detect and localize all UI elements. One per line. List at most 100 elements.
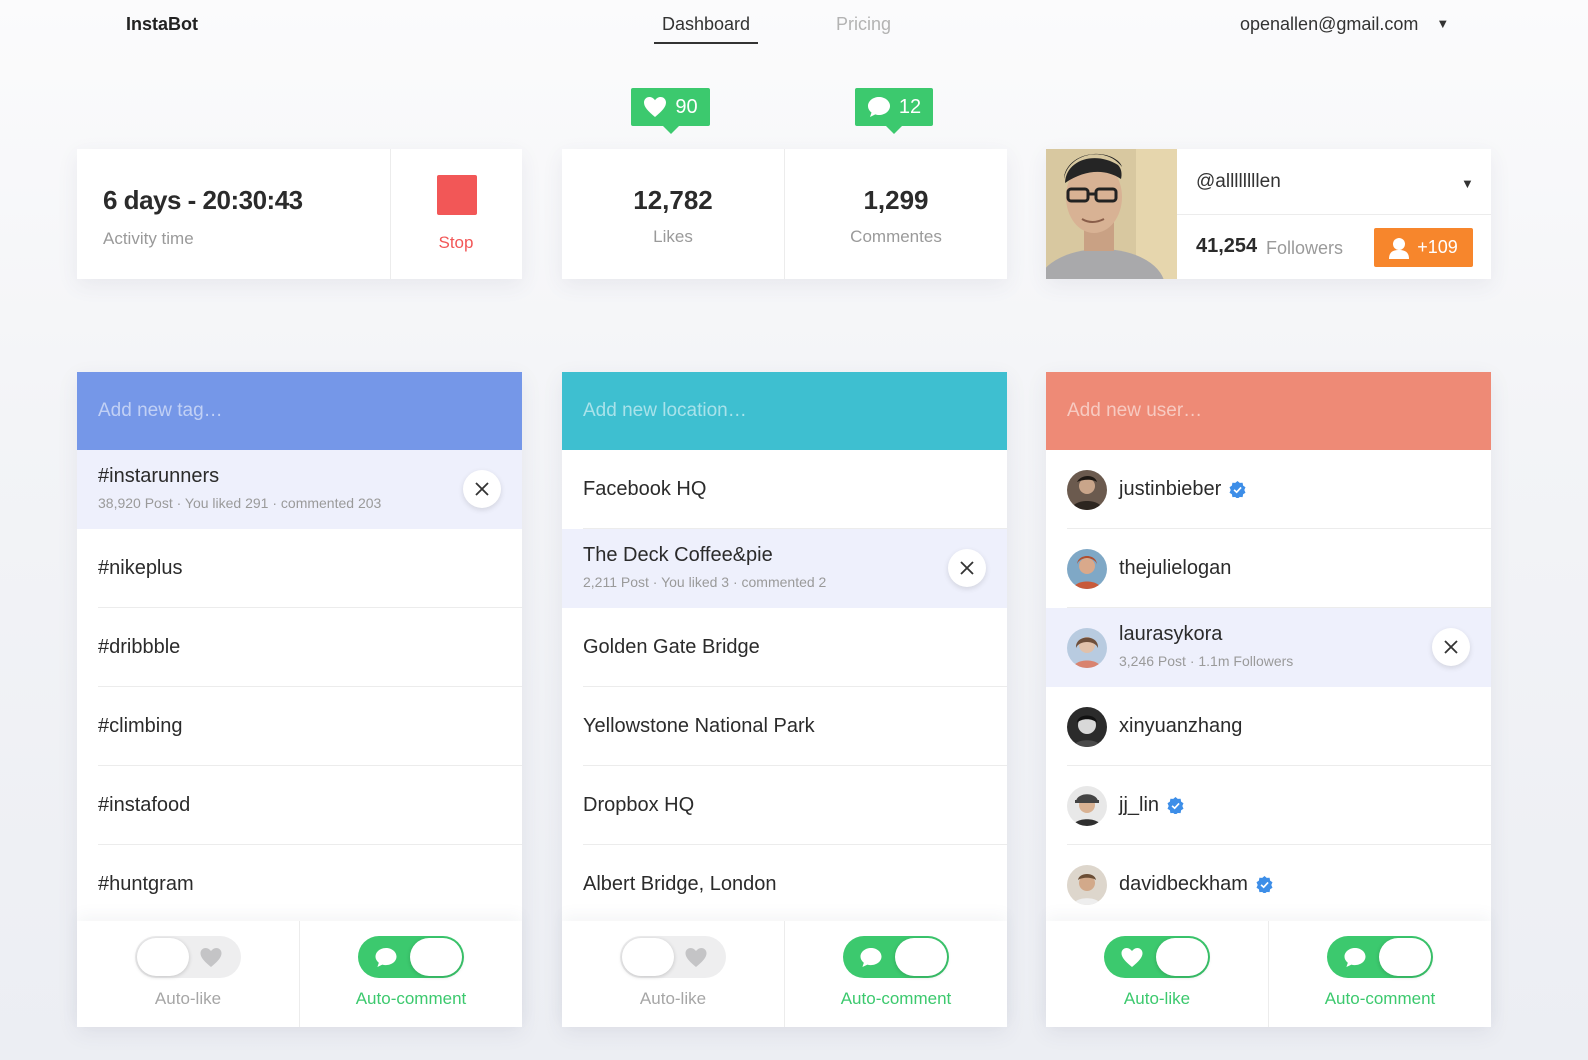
locations-card: Facebook HQ The Deck Coffee&pie 2,211 Po…: [562, 372, 1007, 1027]
user-name: thejulielogan: [1119, 557, 1232, 579]
remove-tag-button[interactable]: [463, 470, 501, 508]
add-tag-input[interactable]: [77, 372, 522, 450]
brand-logo[interactable]: InstaBot: [126, 14, 198, 35]
followers-label: Followers: [1266, 238, 1344, 258]
auto-comment-label: Auto-comment: [355, 989, 467, 1008]
caret-down-icon: ▼: [1436, 16, 1450, 31]
account-email: openallen@gmail.com: [1240, 14, 1419, 34]
verified-icon: [1229, 481, 1246, 498]
remove-location-button[interactable]: [948, 549, 986, 587]
tag-name: #instafood: [98, 794, 191, 816]
divider: [390, 149, 391, 279]
likes-badge: 90: [631, 88, 710, 134]
tag-stats: 38,920 Post · You liked 291 · commented …: [98, 495, 382, 511]
followers-count: 41,254: [1196, 235, 1258, 257]
list-item[interactable]: thejulielogan: [1046, 529, 1491, 608]
auto-like-toggle[interactable]: [1104, 936, 1210, 978]
list-item[interactable]: #dribbble: [77, 608, 522, 687]
location-name: The Deck Coffee&pie: [583, 544, 773, 566]
list-item[interactable]: xinyuanzhang: [1046, 687, 1491, 766]
avatar: [1067, 470, 1107, 510]
user-name: jj_lin: [1119, 794, 1160, 816]
likes-value: 12,782: [633, 185, 713, 215]
likes-label: Likes: [653, 227, 693, 246]
list-item[interactable]: Golden Gate Bridge: [562, 608, 1007, 687]
auto-comment-toggle[interactable]: [358, 936, 464, 978]
user-name-row: justinbieber: [1119, 478, 1246, 501]
location-name: Dropbox HQ: [583, 794, 695, 816]
verified-icon: [1256, 876, 1273, 893]
auto-comment-label: Auto-comment: [1324, 989, 1436, 1008]
users-footer: Auto-like Auto-comment: [1046, 921, 1491, 1027]
comments-badge: 12: [855, 88, 933, 134]
heart-icon: [644, 97, 667, 117]
close-icon: [960, 561, 974, 575]
list-item[interactable]: davidbeckham: [1046, 845, 1491, 924]
comment-icon: [867, 97, 890, 117]
tag-name: #instarunners: [98, 465, 220, 487]
list-item[interactable]: justinbieber: [1046, 450, 1491, 529]
auto-like-cell: Auto-like: [77, 921, 299, 1027]
tag-name: #climbing: [98, 715, 183, 737]
auto-like-cell: Auto-like: [1046, 921, 1268, 1027]
auto-like-label: Auto-like: [154, 989, 222, 1008]
profile-card: @allllllllen ▼ 41,254 Followers +109: [1046, 149, 1491, 279]
user-name-row: jj_lin: [1119, 794, 1184, 817]
list-item[interactable]: #huntgram: [77, 845, 522, 924]
auto-like-toggle[interactable]: [620, 936, 726, 978]
stop-icon[interactable]: [437, 175, 477, 215]
verified-icon: [1167, 797, 1184, 814]
list-item[interactable]: The Deck Coffee&pie 2,211 Post · You lik…: [562, 529, 1007, 608]
location-name: Golden Gate Bridge: [583, 636, 760, 658]
avatar: [1067, 786, 1107, 826]
activity-card: 6 days - 20:30:43 Activity time Stop: [77, 149, 522, 279]
user-name-row: thejulielogan: [1119, 557, 1231, 580]
caret-down-icon[interactable]: ▼: [1461, 176, 1474, 191]
comments-value: 1,299: [863, 185, 929, 215]
list-item[interactable]: Yellowstone National Park: [562, 687, 1007, 766]
auto-comment-label: Auto-comment: [840, 989, 952, 1008]
add-location-input[interactable]: [562, 372, 1007, 450]
list-item[interactable]: jj_lin: [1046, 766, 1491, 845]
stop-button[interactable]: Stop: [390, 233, 522, 253]
heart-icon: [685, 947, 707, 968]
auto-like-toggle[interactable]: [135, 936, 241, 978]
new-followers-badge[interactable]: +109: [1374, 228, 1473, 267]
top-navbar: InstaBot Dashboard Pricing openallen@gma…: [0, 0, 1588, 60]
auto-comment-toggle[interactable]: [843, 936, 949, 978]
account-menu[interactable]: openallen@gmail.com ▼: [1240, 14, 1449, 35]
list-item[interactable]: #climbing: [77, 687, 522, 766]
remove-user-button[interactable]: [1432, 628, 1470, 666]
auto-comment-cell: Auto-comment: [300, 921, 522, 1027]
comment-icon: [375, 947, 397, 968]
list-item[interactable]: laurasykora 3,246 Post · 1.1m Followers: [1046, 608, 1491, 687]
list-item[interactable]: Dropbox HQ: [562, 766, 1007, 845]
tab-dashboard[interactable]: Dashboard: [662, 14, 750, 35]
close-icon: [475, 482, 489, 496]
locations-header: [562, 372, 1007, 450]
auto-like-label: Auto-like: [639, 989, 707, 1008]
location-name: Facebook HQ: [583, 478, 707, 500]
tag-name: #nikeplus: [98, 557, 183, 579]
users-card: justinbieber thejulielogan laurasykora 3…: [1046, 372, 1491, 1027]
profile-avatar: [1046, 149, 1177, 279]
likes-badge-count: 90: [675, 95, 698, 118]
auto-comment-toggle[interactable]: [1327, 936, 1433, 978]
locations-footer: Auto-like Auto-comment: [562, 921, 1007, 1027]
list-item[interactable]: #nikeplus: [77, 529, 522, 608]
tab-pricing[interactable]: Pricing: [836, 14, 891, 35]
divider: [1177, 214, 1491, 215]
list-item[interactable]: Albert Bridge, London: [562, 845, 1007, 924]
add-user-input[interactable]: [1046, 372, 1491, 450]
tags-header: [77, 372, 522, 450]
auto-comment-cell: Auto-comment: [1269, 921, 1491, 1027]
list-item[interactable]: Facebook HQ: [562, 450, 1007, 529]
user-stats: 3,246 Post · 1.1m Followers: [1119, 653, 1294, 669]
stats-card: 12,782 Likes 1,299 Commentes: [562, 149, 1007, 279]
tag-name: #huntgram: [98, 873, 194, 895]
list-item[interactable]: #instafood: [77, 766, 522, 845]
user-name-row: davidbeckham: [1119, 873, 1273, 896]
user-name-row: laurasykora: [1119, 623, 1222, 646]
location-name: Yellowstone National Park: [583, 715, 815, 737]
list-item[interactable]: #instarunners 38,920 Post · You liked 29…: [77, 450, 522, 529]
